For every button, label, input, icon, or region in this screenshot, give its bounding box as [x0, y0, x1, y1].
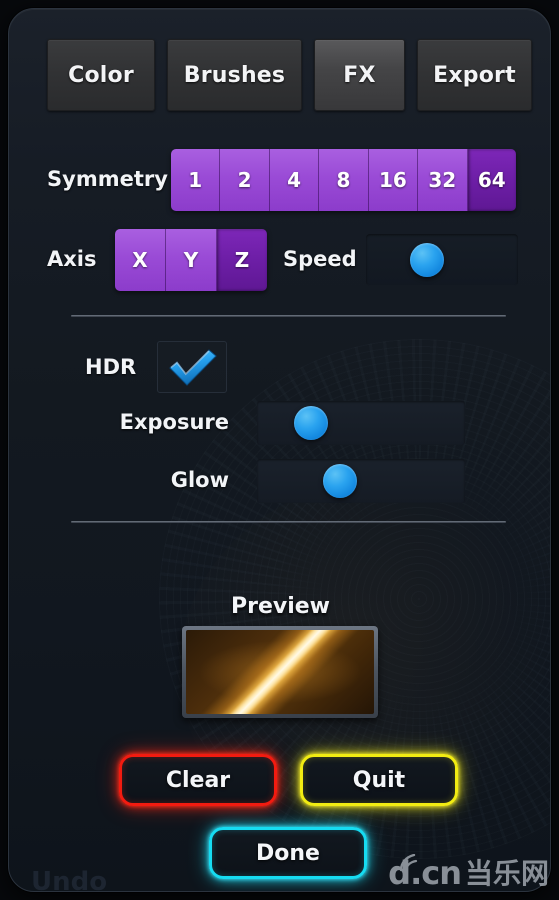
symmetry-option-8-label: 8: [336, 168, 351, 192]
glow-row: Glow: [9, 459, 550, 503]
fx-settings-panel: Color Brushes FX Export Symmetry 1 2 4 8…: [8, 8, 551, 892]
tab-brushes-label: Brushes: [183, 62, 286, 88]
axis-segmented-control: X Y Z: [115, 229, 267, 291]
tab-fx-label: FX: [343, 62, 376, 88]
tab-bar: Color Brushes FX Export: [47, 39, 532, 111]
tab-color[interactable]: Color: [47, 39, 155, 111]
watermark-cjk: 当乐网: [464, 857, 549, 890]
symmetry-option-64[interactable]: 64: [467, 149, 516, 211]
axis-option-y-label: Y: [183, 248, 199, 272]
quit-button[interactable]: Quit: [300, 754, 458, 806]
symmetry-option-4[interactable]: 4: [269, 149, 320, 211]
symmetry-option-32-label: 32: [428, 168, 457, 192]
tab-fx[interactable]: FX: [314, 39, 405, 111]
exposure-label: Exposure: [119, 410, 229, 434]
symmetry-option-1[interactable]: 1: [171, 149, 221, 211]
quit-button-label: Quit: [352, 767, 406, 793]
exposure-row: Exposure: [9, 401, 550, 445]
clear-button-label: Clear: [165, 767, 231, 793]
tab-export-label: Export: [433, 62, 516, 88]
divider-top: [71, 315, 506, 317]
tab-export[interactable]: Export: [417, 39, 532, 111]
tab-brushes[interactable]: Brushes: [167, 39, 302, 111]
divider-bottom: [71, 521, 506, 523]
axis-option-y[interactable]: Y: [166, 229, 217, 291]
glow-label: Glow: [170, 468, 229, 492]
exposure-slider[interactable]: [257, 401, 465, 445]
symmetry-segmented-control: 1 2 4 8 16 32 64: [171, 149, 516, 211]
symmetry-option-32[interactable]: 32: [418, 149, 468, 211]
symmetry-option-4-label: 4: [287, 168, 302, 192]
checkmark-icon: [169, 349, 217, 386]
done-button[interactable]: Done: [209, 827, 367, 879]
speed-label: Speed: [283, 247, 357, 271]
signal-wave-icon: [399, 853, 418, 872]
speed-slider-knob[interactable]: [409, 243, 444, 277]
symmetry-option-2-label: 2: [237, 168, 252, 192]
watermark: d.cn 当乐网: [388, 853, 549, 890]
tab-color-label: Color: [68, 62, 134, 88]
speed-slider[interactable]: [366, 234, 518, 286]
symmetry-option-1-label: 1: [188, 168, 203, 192]
exposure-slider-knob[interactable]: [294, 406, 329, 440]
hdr-checkbox[interactable]: [157, 341, 227, 393]
preview-frame: [182, 626, 378, 718]
done-button-label: Done: [256, 840, 320, 866]
symmetry-option-64-label: 64: [477, 168, 506, 192]
glow-slider[interactable]: [257, 459, 465, 503]
axis-speed-row: Axis X Y Z Speed: [9, 229, 550, 291]
clear-button[interactable]: Clear: [119, 754, 277, 806]
axis-label: Axis: [47, 247, 97, 271]
axis-option-z[interactable]: Z: [217, 229, 267, 291]
app-screen: Color Brushes FX Export Symmetry 1 2 4 8…: [0, 0, 559, 900]
symmetry-option-16-label: 16: [378, 168, 407, 192]
symmetry-option-16[interactable]: 16: [368, 149, 419, 211]
axis-option-x-label: X: [132, 248, 148, 272]
hdr-row: HDR: [9, 341, 550, 395]
glow-slider-knob[interactable]: [323, 464, 358, 498]
hdr-label: HDR: [85, 355, 137, 379]
symmetry-option-8[interactable]: 8: [319, 149, 369, 211]
preview-image: [186, 630, 374, 714]
preview-beam-core: [186, 630, 374, 714]
symmetry-option-2[interactable]: 2: [220, 149, 270, 211]
axis-option-x[interactable]: X: [115, 229, 166, 291]
preview-label: Preview: [230, 594, 331, 619]
symmetry-row: Symmetry 1 2 4 8 16 32 64: [9, 149, 550, 211]
symmetry-label: Symmetry: [47, 167, 168, 191]
axis-option-z-label: Z: [234, 248, 250, 272]
undo-button[interactable]: Undo: [31, 867, 107, 891]
